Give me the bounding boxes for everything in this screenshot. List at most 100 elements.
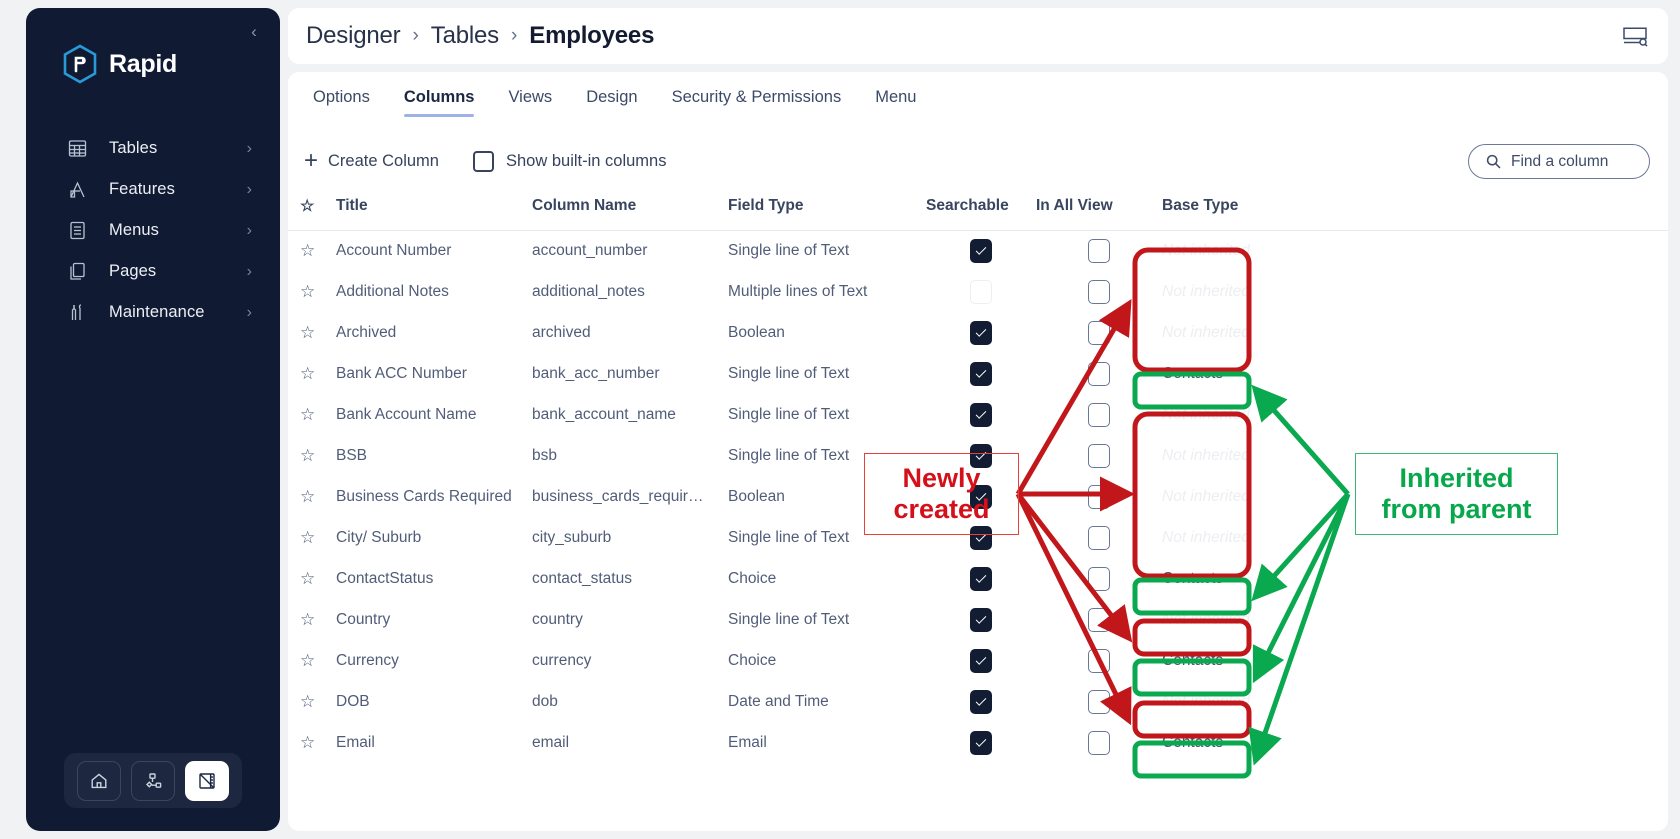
tab-views[interactable]: Views xyxy=(491,84,569,123)
in-all-view-checkbox[interactable] xyxy=(1088,485,1110,509)
in-all-view-checkbox[interactable] xyxy=(1088,403,1110,427)
searchable-checkbox[interactable] xyxy=(970,321,992,345)
cell-spacer xyxy=(1382,641,1668,682)
sidebar: ‹ Rapid Tables › Features › Menus › Page… xyxy=(26,8,280,831)
in-all-view-checkbox[interactable] xyxy=(1088,239,1110,264)
favourite-star-icon[interactable]: ☆ xyxy=(300,733,315,752)
searchable-checkbox[interactable] xyxy=(970,690,992,714)
tab-columns[interactable]: Columns xyxy=(387,84,492,123)
base-type-not-inherited: Not inherited xyxy=(1162,529,1250,546)
in-all-view-checkbox[interactable] xyxy=(1088,280,1110,304)
show-builtin-columns-checkbox[interactable]: Show built-in columns xyxy=(472,150,667,172)
favourite-star-icon[interactable]: ☆ xyxy=(300,282,315,301)
searchable-checkbox[interactable] xyxy=(970,731,992,755)
cell-field-type: Date and Time xyxy=(728,693,829,710)
searchable-checkbox[interactable] xyxy=(970,403,992,427)
in-all-view-checkbox[interactable] xyxy=(1088,608,1110,632)
searchable-checkbox[interactable] xyxy=(970,649,992,673)
searchable-checkbox[interactable] xyxy=(970,239,992,264)
in-all-view-checkbox[interactable] xyxy=(1088,649,1110,673)
column-header-searchable[interactable]: Searchable xyxy=(926,196,1036,231)
in-all-view-checkbox[interactable] xyxy=(1088,526,1110,550)
column-header-field-type[interactable]: Field Type xyxy=(728,196,926,231)
sidebar-item-menus[interactable]: Menus › xyxy=(26,210,280,251)
sidebar-item-label: Menus xyxy=(109,221,160,239)
sitemap-icon-button[interactable] xyxy=(131,760,175,801)
home-icon-button[interactable] xyxy=(77,760,121,801)
cell-title: Additional Notes xyxy=(336,283,449,300)
favourite-star-icon[interactable]: ☆ xyxy=(300,364,315,383)
in-all-view-checkbox[interactable] xyxy=(1088,362,1110,386)
cell-title: Bank ACC Number xyxy=(336,365,467,382)
table-row[interactable]: ☆ Archived archived Boolean Not inherited xyxy=(288,313,1668,354)
cell-title: Country xyxy=(336,611,391,628)
favourite-star-icon[interactable]: ☆ xyxy=(300,651,315,670)
cell-spacer xyxy=(1382,723,1668,764)
table-row[interactable]: ☆ Email email Email Contacts xyxy=(288,723,1668,764)
table-row[interactable]: ☆ Bank ACC Number bank_acc_number Single li… xyxy=(288,354,1668,395)
tab-bar: Options Columns Views Design Security & … xyxy=(288,72,1668,124)
tab-design[interactable]: Design xyxy=(569,84,654,123)
favourite-star-icon[interactable]: ☆ xyxy=(300,323,315,342)
favourite-star-icon[interactable]: ☆ xyxy=(300,241,315,260)
in-all-view-checkbox[interactable] xyxy=(1088,731,1110,755)
in-all-view-checkbox[interactable] xyxy=(1088,567,1110,591)
searchable-checkbox[interactable] xyxy=(970,567,992,591)
sidebar-item-pages[interactable]: Pages › xyxy=(26,251,280,292)
favourite-star-icon[interactable]: ☆ xyxy=(300,446,315,465)
chevron-right-icon: › xyxy=(246,262,252,280)
table-row[interactable]: ☆ Bank Account Name bank_account_name Singl… xyxy=(288,395,1668,436)
searchable-checkbox[interactable] xyxy=(970,362,992,386)
in-all-view-checkbox[interactable] xyxy=(1088,690,1110,714)
brand: Rapid xyxy=(62,44,177,84)
tab-menu[interactable]: Menu xyxy=(858,84,933,123)
find-column-input[interactable]: Find a column xyxy=(1468,144,1650,179)
cell-title: Email xyxy=(336,734,375,751)
in-all-view-checkbox[interactable] xyxy=(1088,444,1110,468)
table-row[interactable]: ☆ Account Number account_number Single line… xyxy=(288,231,1668,272)
column-header-column-name[interactable]: Column Name xyxy=(532,196,728,231)
searchable-checkbox[interactable] xyxy=(970,280,992,304)
favourite-star-icon[interactable]: ☆ xyxy=(300,528,315,547)
breadcrumb-item-tables[interactable]: Tables xyxy=(431,22,499,50)
table-row[interactable]: ☆ DOB dob Date and Time Not inherited xyxy=(288,682,1668,723)
cell-title: DOB xyxy=(336,693,370,710)
favourite-star-icon[interactable]: ☆ xyxy=(300,405,315,424)
in-all-view-checkbox[interactable] xyxy=(1088,321,1110,345)
ruler-pencil-icon-button[interactable] xyxy=(185,760,229,801)
searchable-checkbox[interactable] xyxy=(970,608,992,632)
cell-spacer xyxy=(1382,272,1668,313)
column-header-in-all-view[interactable]: In All View xyxy=(1036,196,1162,231)
sidebar-item-tables[interactable]: Tables › xyxy=(26,128,280,169)
tab-options[interactable]: Options xyxy=(296,84,387,123)
base-type-inherited: Contacts xyxy=(1162,652,1224,669)
sidebar-collapse-icon[interactable]: ‹ xyxy=(244,22,264,42)
brand-name: Rapid xyxy=(109,49,177,78)
search-icon xyxy=(1486,154,1501,169)
cell-field-type: Choice xyxy=(728,652,777,669)
create-column-button[interactable]: + Create Column xyxy=(296,145,447,177)
breadcrumb-item-designer[interactable]: Designer xyxy=(306,22,401,50)
tab-security-permissions[interactable]: Security & Permissions xyxy=(655,84,859,123)
cell-field-type: Single line of Text xyxy=(728,406,850,423)
table-row[interactable]: ☆ Additional Notes additional_notes Multipl… xyxy=(288,272,1668,313)
annotation-newly-created: Newly created xyxy=(864,453,1019,535)
home-icon xyxy=(91,772,107,788)
column-header-title[interactable]: Title xyxy=(336,196,532,231)
show-builtin-columns-label: Show built-in columns xyxy=(505,151,667,170)
favourite-star-icon[interactable]: ☆ xyxy=(300,610,315,629)
table-row[interactable]: ☆ Currency currency Choice Contacts xyxy=(288,641,1668,682)
sidebar-item-label: Pages xyxy=(109,262,157,280)
favourite-star-icon[interactable]: ☆ xyxy=(300,692,315,711)
favourite-star-icon[interactable]: ☆ xyxy=(300,569,315,588)
sidebar-item-features[interactable]: Features › xyxy=(26,169,280,210)
cell-column-name: dob xyxy=(532,693,558,710)
column-header-base-type[interactable]: Base Type xyxy=(1162,196,1382,231)
cell-column-name: currency xyxy=(532,652,592,669)
screen-search-icon[interactable] xyxy=(1622,25,1648,47)
table-row[interactable]: ☆ Country country Single line of Text Not in… xyxy=(288,600,1668,641)
favourite-star-icon[interactable]: ☆ xyxy=(300,487,315,506)
sidebar-item-maintenance[interactable]: Maintenance › xyxy=(26,292,280,333)
table-row[interactable]: ☆ ContactStatus contact_status Choice Contac… xyxy=(288,559,1668,600)
cell-title: Account Number xyxy=(336,242,452,260)
